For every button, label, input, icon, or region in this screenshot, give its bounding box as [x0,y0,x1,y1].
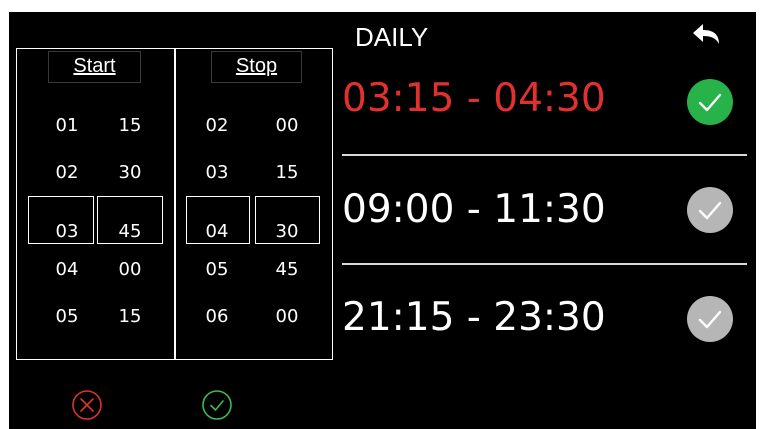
stop-minute-option[interactable]: 15 [262,162,312,184]
disabled-check-icon[interactable] [687,187,733,233]
start-hour-option[interactable]: 02 [42,162,92,184]
stop-header: Stop [211,51,302,83]
start-picker-panel: Start 01 02 03 04 05 15 30 45 00 15 [16,48,175,360]
start-minute-option[interactable]: 15 [105,115,155,137]
start-hour-option[interactable]: 05 [42,306,92,328]
stop-hour-option[interactable]: 02 [192,115,242,137]
stop-hour-selection-box [186,196,250,244]
device-screen: DAILY Start 01 02 03 04 05 15 30 45 00 1… [9,12,756,429]
cancel-x-icon[interactable] [71,389,103,421]
start-minute-selection-box [97,196,163,244]
stop-minute-option[interactable]: 45 [262,259,312,281]
enabled-check-icon[interactable] [687,79,733,125]
schedule-time-range[interactable]: 09:00 - 11:30 [342,187,606,232]
schedule-time-range[interactable]: 21:15 - 23:30 [342,295,606,340]
stop-hour-option[interactable]: 06 [192,306,242,328]
schedule-time-range[interactable]: 03:15 - 04:30 [342,76,606,121]
start-minute-option[interactable]: 30 [105,162,155,184]
confirm-check-icon[interactable] [201,389,233,421]
start-minute-option[interactable]: 00 [105,259,155,281]
start-hour-option[interactable]: 01 [42,115,92,137]
back-arrow-icon[interactable] [689,20,729,48]
stop-minute-option[interactable]: 00 [262,306,312,328]
page-title: DAILY [355,22,429,52]
disabled-check-icon[interactable] [687,296,733,342]
list-divider [342,263,747,265]
stop-minute-option[interactable]: 00 [262,115,312,137]
start-minute-option[interactable]: 15 [105,306,155,328]
start-header: Start [48,51,141,83]
list-divider [342,154,747,156]
stop-minute-selection-box [255,196,320,244]
start-hour-selection-box [28,196,94,244]
stop-hour-option[interactable]: 05 [192,259,242,281]
start-hour-option[interactable]: 04 [42,259,92,281]
stop-hour-option[interactable]: 03 [192,162,242,184]
stop-picker-panel: Stop 02 03 04 05 06 00 15 30 45 00 [175,48,333,360]
